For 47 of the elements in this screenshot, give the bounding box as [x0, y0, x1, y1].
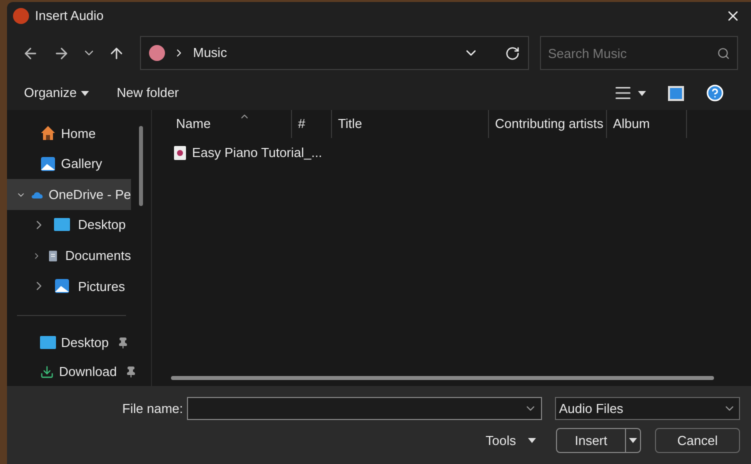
sidebar-item[interactable]: OneDrive - Pe	[7, 179, 131, 210]
download-icon	[40, 364, 54, 379]
file-type-dropdown[interactable]: Audio Files	[555, 397, 740, 420]
breadcrumb-item[interactable]: Music	[193, 43, 227, 63]
help-icon[interactable]	[706, 84, 724, 102]
dropdown-caret-icon	[528, 438, 536, 443]
split-caret-icon[interactable]	[629, 438, 637, 443]
column-header[interactable]: Album	[607, 110, 687, 138]
column-header[interactable]: Title	[332, 110, 489, 138]
horizontal-scrollbar[interactable]	[171, 376, 714, 380]
home-icon	[40, 125, 56, 142]
desktop-icon	[40, 336, 56, 350]
sidebar-item[interactable]: Gallery	[7, 148, 131, 180]
audio-file-icon	[174, 146, 186, 160]
file-name-label: File name:	[122, 400, 183, 418]
document-icon	[49, 248, 58, 264]
search-icon	[717, 47, 730, 60]
preview-pane-icon[interactable]	[668, 86, 684, 100]
sidebar-item[interactable]: Pictures	[7, 271, 131, 302]
window-title: Insert Audio	[35, 7, 104, 26]
sidebar-item[interactable]: Home	[7, 118, 131, 149]
tools-button[interactable]: Tools	[486, 430, 536, 450]
sidebar-item[interactable]: Desktop	[7, 328, 151, 358]
search-field[interactable]: Search Music	[540, 36, 738, 70]
cancel-button[interactable]: Cancel	[655, 428, 740, 453]
details-view-icon[interactable]	[614, 84, 632, 102]
column-header[interactable]: Contributing artists	[489, 110, 607, 138]
sidebar-item[interactable]: Desktop	[7, 210, 131, 240]
app-logo-icon	[13, 8, 29, 24]
column-header[interactable]: Name	[152, 110, 292, 138]
picture-icon	[40, 156, 56, 172]
sidebar-item[interactable]: Documents	[7, 240, 131, 272]
refresh-icon[interactable]	[505, 46, 520, 60]
desktop-icon	[54, 218, 70, 232]
picture-icon	[54, 278, 70, 294]
insert-button[interactable]: Insert	[557, 429, 626, 452]
dropdown-caret-icon	[80, 90, 89, 96]
insert-split-button[interactable]: Insert	[556, 428, 641, 453]
organize-button[interactable]: Organize	[24, 83, 89, 103]
address-bar[interactable]: Music	[140, 36, 529, 70]
dropdown-caret-icon[interactable]	[638, 90, 646, 96]
sidebar-item[interactable]: Download	[7, 357, 151, 386]
scrollbar-thumb[interactable]	[139, 126, 143, 206]
new-folder-button[interactable]: New folder	[116, 83, 179, 103]
column-header[interactable]: #	[292, 110, 332, 138]
file-row[interactable]: Easy Piano Tutorial_...	[152, 138, 751, 168]
file-name-field[interactable]	[187, 397, 542, 420]
